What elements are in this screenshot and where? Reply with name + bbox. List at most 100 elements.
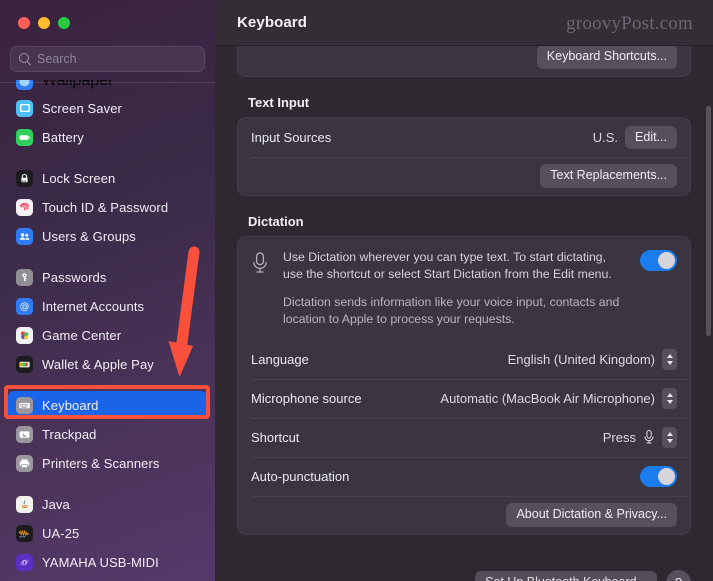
dictation-description-2: Dictation sends information like your vo… [283, 294, 620, 326]
auto-punctuation-label: Auto-punctuation [251, 468, 350, 484]
sidebar-item-label: UA-25 [42, 525, 80, 541]
chevron-down-icon [666, 399, 673, 404]
about-dictation-privacy-button[interactable]: About Dictation & Privacy... [506, 503, 677, 527]
keyboard-shortcuts-button[interactable]: Keyboard Shortcuts... [536, 46, 677, 69]
auto-punctuation-toggle[interactable] [640, 465, 677, 487]
section-title-text-input: Text Input [248, 95, 310, 110]
language-stepper[interactable] [662, 348, 677, 370]
sidebar-item-label: Printers & Scanners [42, 455, 160, 471]
dictation-shortcut-row: Shortcut Press [238, 417, 690, 457]
input-sources-row: Input Sources U.S. Edit... [238, 118, 690, 157]
watermark: groovyPost.com [566, 13, 693, 34]
page-title: Keyboard [237, 14, 307, 31]
shortcut-label: Shortcut [251, 429, 300, 445]
sidebar-item-label: Internet Accounts [42, 298, 145, 314]
sidebar-item-label: Passwords [42, 269, 107, 285]
lock-screen-icon [16, 169, 33, 187]
window-controls [0, 0, 215, 46]
input-sources-value: U.S. [592, 130, 619, 145]
trackpad-icon [16, 425, 33, 443]
touch-id-icon [16, 198, 33, 216]
sidebar-item-internet-accounts[interactable]: @ Internet Accounts [8, 292, 207, 320]
set-up-bluetooth-keyboard-button[interactable]: Set Up Bluetooth Keyboard... [475, 570, 657, 581]
sidebar-item-label: Wallet & Apple Pay [42, 356, 154, 372]
microphone-source-value: Automatic (MacBook Air Microphone) [440, 390, 655, 406]
chevron-up-icon [666, 392, 673, 397]
dictation-toggle[interactable] [640, 250, 677, 271]
toggle-knob [658, 252, 675, 269]
sidebar-item-touch-id-password[interactable]: Touch ID & Password [8, 193, 207, 221]
sidebar-item-label: Trackpad [42, 426, 97, 442]
close-button[interactable] [18, 17, 30, 29]
shortcut-mic-icon [643, 429, 655, 445]
maximize-button[interactable] [58, 17, 70, 29]
section-title-dictation: Dictation [248, 214, 304, 229]
sidebar-item-label: Touch ID & Password [42, 199, 169, 215]
sidebar-item-users-groups[interactable]: Users & Groups [8, 222, 207, 250]
sidebar-item-label: YAMAHA USB-MIDI [42, 554, 159, 570]
sidebar-item-battery[interactable]: Battery [8, 123, 207, 151]
yamaha-usb-midi-icon [16, 553, 33, 571]
language-value: English (United Kingdom) [507, 351, 655, 367]
dictation-description-1: Use Dictation wherever you can type text… [283, 250, 612, 281]
title-bar: Keyboard groovyPost.com [215, 0, 713, 46]
sidebar-item-screen-saver[interactable]: Screen Saver [8, 94, 207, 122]
svg-text:@: @ [20, 301, 30, 312]
microphone-source-label: Microphone source [251, 390, 362, 406]
ua-25-icon [16, 524, 33, 542]
sidebar-item-wallet-apple-pay[interactable]: Wallet & Apple Pay [8, 350, 207, 378]
sidebar: Wallpaper Screen Saver Battery [0, 0, 215, 581]
chevron-up-icon [666, 353, 673, 358]
text-input-card: Input Sources U.S. Edit... Text Replacem… [237, 117, 691, 196]
language-label: Language [251, 351, 309, 367]
text-replacements-button[interactable]: Text Replacements... [540, 164, 677, 188]
text-replacements-row: Text Replacements... [238, 157, 690, 195]
chevron-down-icon [666, 360, 673, 365]
sidebar-item-trackpad[interactable]: Trackpad [8, 420, 207, 448]
dictation-language-row: Language English (United Kingdom) [238, 340, 690, 379]
search-box[interactable] [10, 46, 205, 72]
shortcut-stepper[interactable] [662, 426, 677, 448]
dictation-microphone-source-row: Microphone source Automatic (MacBook Air… [238, 378, 690, 418]
sidebar-item-yamaha-usb-midi[interactable]: YAMAHA USB-MIDI [8, 548, 207, 576]
sidebar-nav-scroll[interactable]: Wallpaper Screen Saver Battery Lock Scre… [0, 80, 215, 581]
vertical-scrollbar[interactable] [706, 106, 711, 336]
sidebar-item-printers-scanners[interactable]: Printers & Scanners [8, 449, 207, 477]
sidebar-item-java[interactable]: Java [8, 490, 207, 518]
sidebar-item-lock-screen[interactable]: Lock Screen [8, 164, 207, 192]
sidebar-divider [0, 82, 215, 83]
dictation-card: Use Dictation wherever you can type text… [237, 236, 691, 535]
system-settings-window: Wallpaper Screen Saver Battery [0, 0, 713, 581]
shortcut-value: Press [602, 429, 636, 445]
keyboard-card: Keyboard Shortcuts... [237, 46, 691, 77]
input-sources-label: Input Sources [251, 130, 332, 145]
sidebar-item-game-center[interactable]: Game Center [8, 321, 207, 349]
edit-input-sources-button[interactable]: Edit... [625, 125, 677, 150]
keyboard-shortcuts-row: Keyboard Shortcuts... [238, 46, 690, 76]
minimize-button[interactable] [38, 17, 50, 29]
help-button[interactable]: ? [666, 570, 691, 581]
sidebar-item-keyboard[interactable]: Keyboard [8, 391, 207, 419]
microphone-source-stepper[interactable] [662, 387, 677, 409]
sidebar-item-ua-25[interactable]: UA-25 [8, 519, 207, 547]
mic-icon [251, 249, 271, 328]
settings-content[interactable]: Keyboard Shortcuts... Text Input Input S… [215, 46, 713, 581]
auto-punctuation-row: Auto-punctuation [238, 456, 690, 496]
search-input[interactable] [37, 52, 196, 66]
battery-icon [16, 128, 33, 146]
dictation-description-row: Use Dictation wherever you can type text… [238, 237, 690, 340]
toggle-knob [658, 467, 675, 485]
screen-saver-icon [16, 99, 33, 117]
sidebar-item-label: Screen Saver [42, 100, 122, 116]
java-icon [16, 495, 33, 513]
sidebar-item-passwords[interactable]: Passwords [8, 263, 207, 291]
search-container [0, 46, 215, 80]
sidebar-item-label: Game Center [42, 327, 122, 343]
sidebar-item-label: Keyboard [42, 397, 99, 413]
about-dictation-row: About Dictation & Privacy... [238, 495, 690, 534]
passwords-key-icon [16, 268, 33, 286]
